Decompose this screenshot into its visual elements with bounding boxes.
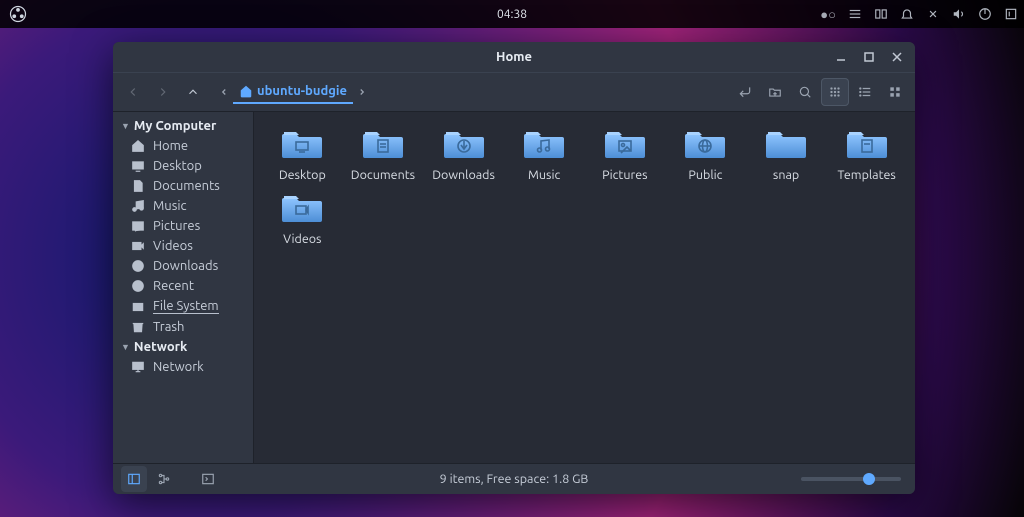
- sidebar-item-label: Home: [153, 139, 188, 153]
- sidebar-item-recent[interactable]: Recent: [113, 276, 253, 296]
- icon-view-button[interactable]: [821, 78, 849, 106]
- folder-icon: [362, 126, 404, 160]
- folder-label: Public: [688, 168, 722, 182]
- content-area[interactable]: Desktop Documents Downloads Music Pictur…: [254, 112, 915, 463]
- sidebar-item-label: Documents: [153, 179, 220, 193]
- folder-label: Pictures: [602, 168, 647, 182]
- folder-icon: [846, 126, 888, 160]
- folder-templates[interactable]: Templates: [826, 126, 907, 182]
- status-text: 9 items, Free space: 1.8 GB: [113, 472, 915, 486]
- pathbar: ubuntu-budgie: [215, 78, 729, 106]
- folder-desktop[interactable]: Desktop: [262, 126, 343, 182]
- folder-pictures[interactable]: Pictures: [585, 126, 666, 182]
- applets-icon[interactable]: [1004, 7, 1018, 21]
- sidebar-item-home[interactable]: Home: [113, 136, 253, 156]
- network-icon[interactable]: [926, 7, 940, 21]
- sidebar-item-label: Trash: [153, 320, 184, 334]
- folder-icon: [604, 126, 646, 160]
- sidebar-item-file-system[interactable]: File System: [113, 296, 253, 317]
- toggle-location-button[interactable]: [731, 78, 759, 106]
- statusbar: 9 items, Free space: 1.8 GB: [113, 463, 915, 494]
- close-button[interactable]: [885, 45, 909, 69]
- folder-icon: [523, 126, 565, 160]
- folder-icon: [684, 126, 726, 160]
- sidebar-item-label: Network: [153, 360, 204, 374]
- clock: 04:38: [497, 8, 527, 21]
- sidebar-item-downloads[interactable]: Downloads: [113, 256, 253, 276]
- minimize-button[interactable]: [829, 45, 853, 69]
- notifications-icon[interactable]: [900, 7, 914, 21]
- record-indicator-icon[interactable]: ●○: [820, 7, 836, 22]
- sidebar-item-pictures[interactable]: Pictures: [113, 216, 253, 236]
- sidebar-section[interactable]: ▼My Computer: [113, 116, 253, 136]
- sound-icon[interactable]: [952, 7, 966, 21]
- sidebar-section[interactable]: ▼Network: [113, 337, 253, 357]
- zoom-slider[interactable]: [801, 477, 901, 481]
- system-tray: ●○: [820, 0, 1018, 28]
- forward-button[interactable]: [149, 78, 177, 106]
- folder-label: Downloads: [432, 168, 495, 182]
- show-sidebar-button[interactable]: [121, 466, 147, 492]
- sidebar-item-label: File System: [153, 299, 219, 314]
- sidebar-item-videos[interactable]: Videos: [113, 236, 253, 256]
- path-next-button[interactable]: [353, 78, 371, 106]
- folder-icon: [281, 190, 323, 224]
- folder-label: Music: [528, 168, 560, 182]
- sidebar-item-music[interactable]: Music: [113, 196, 253, 216]
- zoom-knob[interactable]: [863, 473, 875, 485]
- folder-label: Templates: [838, 168, 896, 182]
- sidebar-item-trash[interactable]: Trash: [113, 317, 253, 337]
- window-title: Home: [496, 50, 532, 64]
- toolbar: ubuntu-budgie: [113, 72, 915, 112]
- sidebar-item-network[interactable]: Network: [113, 357, 253, 377]
- power-icon[interactable]: [978, 7, 992, 21]
- sidebar: ▼My Computer Home Desktop Documents Music Pic…: [113, 112, 254, 463]
- folder-public[interactable]: Public: [665, 126, 746, 182]
- up-button[interactable]: [179, 78, 207, 106]
- terminal-button[interactable]: [195, 466, 221, 492]
- sidebar-item-desktop[interactable]: Desktop: [113, 156, 253, 176]
- folder-videos[interactable]: Videos: [262, 190, 343, 246]
- folder-label: Documents: [351, 168, 415, 182]
- sidebar-item-label: Downloads: [153, 259, 218, 273]
- menu-icon[interactable]: [848, 7, 862, 21]
- folder-icon: [765, 126, 807, 160]
- list-view-button[interactable]: [851, 78, 879, 106]
- sidebar-item-documents[interactable]: Documents: [113, 176, 253, 196]
- workspace-icon[interactable]: [874, 7, 888, 21]
- top-panel: 04:38 ●○: [0, 0, 1024, 28]
- folder-label: Videos: [283, 232, 321, 246]
- path-segment-home[interactable]: ubuntu-budgie: [233, 80, 353, 104]
- folder-icon: [443, 126, 485, 160]
- folder-music[interactable]: Music: [504, 126, 585, 182]
- back-button[interactable]: [119, 78, 147, 106]
- sidebar-item-label: Desktop: [153, 159, 202, 173]
- sidebar-item-label: Music: [153, 199, 187, 213]
- folder-icon: [281, 126, 323, 160]
- new-folder-button[interactable]: [761, 78, 789, 106]
- folder-label: snap: [773, 168, 799, 182]
- maximize-button[interactable]: [857, 45, 881, 69]
- path-prev-button[interactable]: [215, 78, 233, 106]
- folder-label: Desktop: [279, 168, 326, 182]
- search-button[interactable]: [791, 78, 819, 106]
- sidebar-item-label: Recent: [153, 279, 194, 293]
- compact-view-button[interactable]: [881, 78, 909, 106]
- sidebar-item-label: Pictures: [153, 219, 200, 233]
- budgie-logo-icon[interactable]: [8, 4, 28, 24]
- folder-documents[interactable]: Documents: [343, 126, 424, 182]
- folder-downloads[interactable]: Downloads: [423, 126, 504, 182]
- show-treeview-button[interactable]: [151, 466, 177, 492]
- file-manager-window: Home ubuntu-budgie ▼My Comput: [113, 42, 915, 494]
- titlebar[interactable]: Home: [113, 42, 915, 72]
- folder-snap[interactable]: snap: [746, 126, 827, 182]
- sidebar-item-label: Videos: [153, 239, 193, 253]
